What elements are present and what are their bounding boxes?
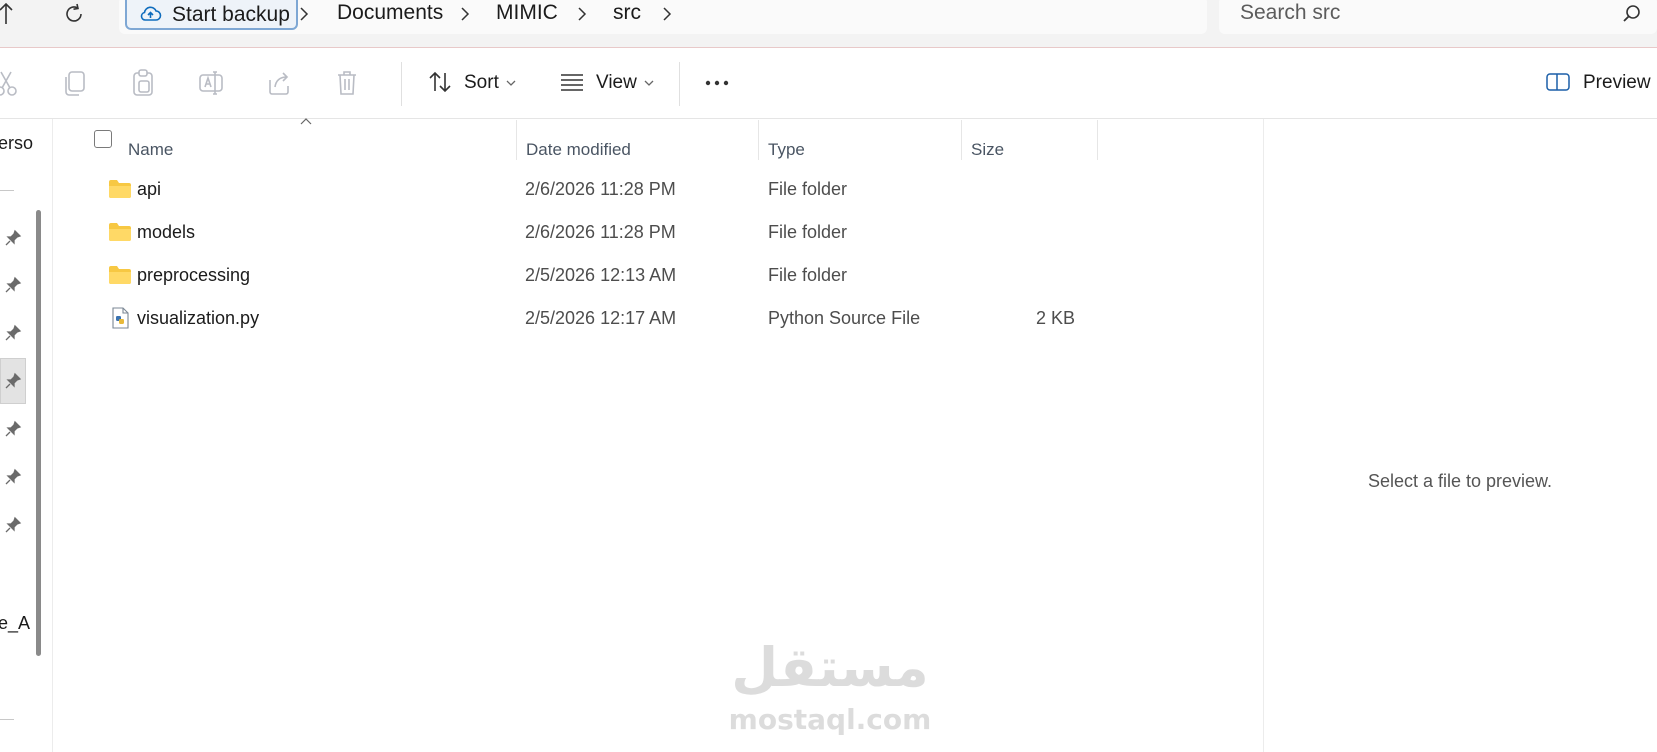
- copy-icon[interactable]: [58, 66, 92, 100]
- nav-item-fragment[interactable]: erso: [0, 133, 33, 154]
- watermark-url: mostaql.com: [728, 703, 932, 736]
- toolbar-separator: [679, 62, 680, 106]
- view-lines-icon: [561, 74, 583, 91]
- pin-icon: [5, 516, 22, 533]
- sort-label: Sort: [464, 72, 499, 93]
- share-icon[interactable]: [262, 66, 296, 100]
- file-row[interactable]: visualization.py 2/5/2026 12:17 AM Pytho…: [90, 299, 1090, 339]
- start-backup-label: Start backup: [172, 3, 290, 26]
- pin-icon: [5, 468, 22, 485]
- cut-icon[interactable]: [0, 66, 22, 100]
- cloud-upload-icon: [140, 6, 162, 21]
- pin-icon: [5, 276, 22, 293]
- column-divider[interactable]: [1097, 120, 1098, 160]
- nav-divider: [0, 190, 14, 191]
- pin-icon: [5, 229, 22, 246]
- file-date: 2/6/2026 11:28 PM: [525, 179, 676, 199]
- command-bar: Sort View Preview: [0, 48, 1657, 119]
- view-label: View: [596, 72, 637, 93]
- breadcrumb-mimic[interactable]: MIMIC: [496, 1, 558, 25]
- column-header-date-modified[interactable]: Date modified: [526, 140, 631, 160]
- search-icon[interactable]: [1621, 3, 1643, 25]
- column-header-name[interactable]: Name: [128, 140, 173, 160]
- sort-ascending-icon: [300, 118, 312, 125]
- refresh-icon[interactable]: [62, 2, 86, 26]
- more-options-icon[interactable]: [700, 66, 734, 100]
- watermark-logo: مستقل: [731, 636, 929, 699]
- file-size: 2 KB: [1035, 308, 1075, 328]
- column-header-type[interactable]: Type: [768, 140, 805, 160]
- rename-icon[interactable]: [194, 66, 228, 100]
- preview-pane: [1263, 119, 1657, 752]
- chevron-right-icon[interactable]: [458, 4, 472, 24]
- search-input[interactable]: Search src: [1240, 1, 1340, 25]
- file-date: 2/5/2026 12:13 AM: [525, 265, 677, 285]
- folder-icon: [109, 223, 131, 241]
- file-row[interactable]: api 2/6/2026 11:28 PM File folder: [90, 170, 1090, 210]
- pin-icon: [5, 372, 22, 389]
- file-row[interactable]: preprocessing 2/5/2026 12:13 AM File fol…: [90, 256, 1090, 296]
- preview-message: Select a file to preview.: [1367, 471, 1553, 491]
- file-name: preprocessing: [137, 265, 251, 285]
- start-backup-button[interactable]: Start backup: [125, 0, 298, 30]
- column-header-size[interactable]: Size: [971, 140, 1004, 160]
- view-button[interactable]: View: [557, 60, 661, 104]
- preview-pane-icon: [1546, 73, 1570, 91]
- file-type: File folder: [768, 179, 848, 199]
- column-divider[interactable]: [961, 120, 962, 160]
- paste-icon[interactable]: [126, 66, 160, 100]
- preview-pane-button[interactable]: Preview: [1540, 60, 1657, 104]
- sort-button[interactable]: Sort: [423, 60, 523, 104]
- file-date: 2/5/2026 12:17 AM: [525, 308, 677, 328]
- chevron-right-icon[interactable]: [297, 4, 311, 24]
- chevron-down-icon: [644, 80, 654, 86]
- nav-scrollbar[interactable]: [36, 210, 41, 656]
- python-file-icon: [112, 307, 129, 329]
- breadcrumb-src[interactable]: src: [613, 1, 641, 25]
- file-type: Python Source File: [768, 308, 921, 328]
- column-divider[interactable]: [516, 120, 517, 160]
- toolbar-separator: [401, 62, 402, 106]
- navigation-pane: erso e_A: [0, 119, 53, 752]
- address-bar-row: Start backup Documents MIMIC src Search …: [0, 0, 1657, 48]
- file-type: File folder: [768, 265, 848, 285]
- sort-icon: [429, 71, 451, 93]
- file-name: api: [137, 179, 162, 199]
- up-arrow-icon[interactable]: [0, 0, 18, 30]
- select-all-checkbox[interactable]: [94, 130, 112, 148]
- folder-icon: [109, 266, 131, 284]
- nav-item-fragment[interactable]: e_A: [0, 613, 30, 634]
- file-date: 2/6/2026 11:28 PM: [525, 222, 676, 242]
- file-row[interactable]: models 2/6/2026 11:28 PM File folder: [90, 213, 1090, 253]
- preview-label: Preview: [1583, 72, 1651, 93]
- pin-icon: [5, 420, 22, 437]
- chevron-right-icon[interactable]: [660, 4, 674, 24]
- nav-divider: [0, 719, 14, 720]
- file-type: File folder: [768, 222, 848, 242]
- breadcrumb-documents[interactable]: Documents: [337, 1, 443, 25]
- file-name: visualization.py: [137, 308, 260, 328]
- pin-icon: [5, 324, 22, 341]
- delete-icon[interactable]: [330, 66, 364, 100]
- chevron-right-icon[interactable]: [575, 4, 589, 24]
- folder-icon: [109, 180, 131, 198]
- column-divider[interactable]: [758, 120, 759, 160]
- file-name: models: [137, 222, 196, 242]
- chevron-down-icon: [506, 80, 516, 86]
